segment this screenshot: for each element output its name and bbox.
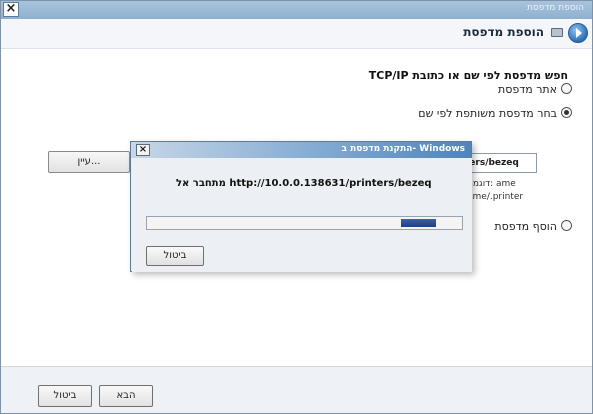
option-find-printer-label: אתר מדפסת — [497, 83, 557, 96]
window-title: הוספת מדפסת — [527, 3, 584, 13]
connection-progress-bar — [146, 216, 463, 230]
dialog-cancel-button[interactable]: ביטול — [146, 246, 204, 266]
option-select-shared[interactable]: בחר מדפסת משותפת לפי שם — [418, 107, 572, 120]
dialog-close-icon[interactable]: × — [136, 144, 150, 156]
option-select-shared-label: בחר מדפסת משותפת לפי שם — [418, 107, 557, 120]
browse-button[interactable]: עיין... — [48, 151, 130, 173]
printer-icon — [551, 28, 563, 37]
window-close-icon[interactable]: × — [3, 2, 19, 17]
option-add-printer[interactable]: הוסף מדפסת — [494, 220, 572, 233]
option-find-printer[interactable]: אתר מדפסת — [498, 83, 572, 96]
printer-url-input[interactable]: ters/bezeq — [461, 153, 537, 173]
wizard-footer: ביטול הבא — [1, 366, 592, 413]
cancel-button[interactable]: ביטול — [38, 385, 92, 407]
radio-add-printer[interactable] — [561, 220, 572, 231]
option-add-printer-label: הוסף מדפסת — [494, 220, 557, 233]
next-button[interactable]: הבא — [99, 385, 153, 407]
back-arrow-icon[interactable] — [568, 23, 588, 43]
dialog-title: התקנת מדפסת ב- Windows — [341, 144, 465, 154]
example-text-1: דוגמה: ame — [467, 179, 516, 189]
dialog-body: מתחבר אל http://10.0.0.138631/printers/b… — [132, 158, 472, 272]
example-text-2: ame/.printer — [467, 192, 524, 202]
window-titlebar: × הוספת מדפסת — [1, 1, 592, 19]
dialog-titlebar: × התקנת מדפסת ב- Windows — [131, 142, 471, 158]
wizard-header: הוספת מדפסת — [1, 19, 592, 49]
section-heading: חפש מדפסת לפי שם או כתובת TCP/IP — [368, 69, 568, 82]
radio-find-printer[interactable] — [561, 83, 572, 94]
page-title: הוספת מדפסת — [463, 25, 544, 39]
dialog-message: מתחבר אל http://10.0.0.138631/printers/b… — [176, 178, 432, 189]
connecting-dialog: × התקנת מדפסת ב- Windows מתחבר אל http:/… — [130, 141, 472, 272]
progress-fill — [401, 219, 436, 227]
radio-select-shared[interactable] — [561, 107, 572, 118]
